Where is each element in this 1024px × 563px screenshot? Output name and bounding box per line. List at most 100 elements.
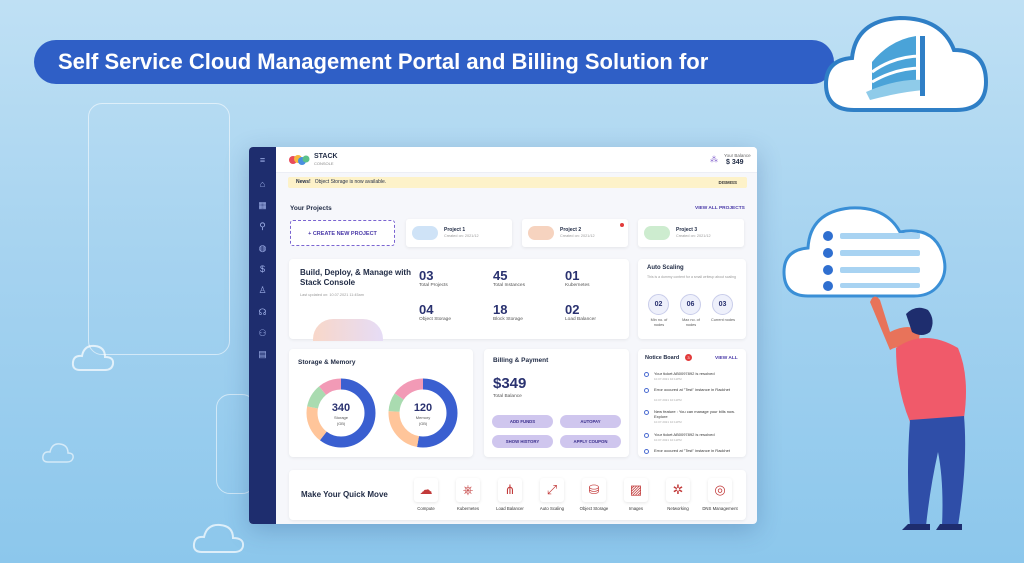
menu-icon[interactable]: ≡ bbox=[256, 155, 269, 166]
document-icon[interactable]: ▤ bbox=[256, 349, 269, 360]
project-name: Project 3 bbox=[676, 227, 698, 233]
storage-value: 340 bbox=[331, 402, 351, 414]
project-date: Created on: 2021/12 bbox=[676, 234, 711, 238]
min-nodes-label: Min no. of nodes bbox=[650, 318, 668, 327]
create-project-button[interactable]: + CREATE NEW PROJECT bbox=[290, 220, 395, 246]
networking-icon: ✲ bbox=[666, 478, 690, 502]
quick-dns-management[interactable]: ◎ DNS Management bbox=[701, 478, 739, 511]
storage-memory-title: Storage & Memory bbox=[298, 359, 356, 366]
page-banner: Self Service Cloud Management Portal and… bbox=[34, 40, 834, 84]
apps-grid-icon[interactable]: ⁂ bbox=[710, 155, 719, 164]
min-nodes-value: 02 bbox=[648, 294, 669, 315]
quick-compute[interactable]: ☁ Compute bbox=[407, 478, 445, 511]
project-date: Created on: 2021/12 bbox=[444, 234, 479, 238]
notice-board-card: Notice Board 3 VIEW ALL Your ticket AB00… bbox=[638, 349, 746, 457]
database-icon[interactable]: ◍ bbox=[256, 243, 269, 254]
storage-unit: (GB) bbox=[336, 421, 346, 426]
stack-console-logo-icon bbox=[289, 155, 310, 165]
top-bar: STACK CONSOLE ⁂ Your Balance $ 349 bbox=[276, 147, 757, 173]
dashboard-window: ≡ ⌂ ▦ ⚲ ◍ $ ♙ ☊ ⚇ ▤ STACK CONSOLE ⁂ Your … bbox=[249, 147, 757, 524]
quick-kubernetes[interactable]: ⎈ Kubernetes bbox=[449, 478, 487, 511]
memory-unit: (GB) bbox=[418, 421, 428, 426]
dismiss-button[interactable]: DISMISS bbox=[718, 177, 737, 188]
background-cloud-icon bbox=[192, 523, 245, 553]
brand-logo-icon bbox=[823, 15, 989, 112]
dollar-icon[interactable]: $ bbox=[256, 264, 269, 275]
notice-item[interactable]: Error occured at "Test" instance in Rack… bbox=[644, 448, 744, 457]
notice-board-title: Notice Board bbox=[645, 355, 680, 361]
project-card[interactable]: Project 1 Created on: 2021/12 bbox=[406, 219, 512, 247]
project-card[interactable]: Project 2 Created on: 2021/12 bbox=[522, 219, 628, 247]
add-funds-button[interactable]: ADD FUNDS bbox=[492, 415, 553, 428]
person-illustration bbox=[870, 296, 966, 530]
current-nodes-value: 03 bbox=[712, 294, 733, 315]
notice-badge: 3 bbox=[685, 354, 692, 361]
project-card[interactable]: Project 3 Created on: 2021/12 bbox=[638, 219, 744, 247]
stat-load-balancer: 02 Load Balancer bbox=[565, 302, 596, 323]
quick-images[interactable]: ▨ Images bbox=[617, 478, 655, 511]
background-cloud-icon bbox=[42, 443, 74, 463]
load-balancer-icon: ⋔ bbox=[498, 478, 522, 502]
balance-label: Your Balance bbox=[724, 153, 751, 158]
notice-dot-icon bbox=[644, 372, 649, 377]
notice-dot-icon bbox=[644, 449, 649, 454]
view-all-projects-link[interactable]: VIEW ALL PROJECTS bbox=[695, 206, 745, 211]
compute-icon: ☁ bbox=[414, 478, 438, 502]
network-icon[interactable]: ⚲ bbox=[256, 221, 269, 232]
quick-auto-scaling[interactable]: ⤢ Auto Scaling bbox=[533, 478, 571, 511]
stat-total-projects: 03 Total Projects bbox=[419, 268, 448, 289]
support-icon[interactable]: ☊ bbox=[256, 307, 269, 318]
notice-view-all-link[interactable]: VIEW ALL bbox=[715, 356, 738, 361]
background-frame bbox=[88, 103, 230, 355]
news-text: Object Storage is now available. bbox=[314, 179, 387, 185]
max-nodes-label: Max no. of nodes bbox=[682, 318, 700, 327]
kubernetes-icon: ⎈ bbox=[456, 478, 480, 502]
stat-total-instances: 45 Total Instances bbox=[493, 268, 525, 289]
show-history-button[interactable]: SHOW HISTORY bbox=[492, 435, 553, 448]
notice-dot-icon bbox=[644, 388, 649, 393]
notice-item[interactable]: Your ticket AB0097892 is resolved 10.07.2… bbox=[644, 371, 744, 387]
storage-memory-card: Storage & Memory 340 Storage (GB) 120 Me… bbox=[289, 349, 473, 457]
banner-title: Self Service Cloud Management Portal and… bbox=[58, 49, 709, 74]
autopay-button[interactable]: AUTOPAY bbox=[560, 415, 621, 428]
quick-load-balancer[interactable]: ⋔ Load Balancer bbox=[491, 478, 529, 511]
team-icon[interactable]: ⚇ bbox=[256, 328, 269, 339]
overview-title: Build, Deploy, & Manage with Stack Conso… bbox=[300, 268, 411, 287]
overview-subtitle: Last updated on: 10.07.2021 11:45am bbox=[300, 293, 364, 297]
list-cloud-illustration bbox=[782, 206, 947, 298]
images-icon: ▨ bbox=[624, 478, 648, 502]
news-banner: News! Object Storage is now available. DI… bbox=[288, 177, 747, 188]
auto-scaling-title: Auto Scaling bbox=[647, 265, 684, 271]
notice-item[interactable]: New feature : You can manage your bills … bbox=[644, 409, 744, 431]
stat-block-storage: 18 Block Storage bbox=[493, 302, 523, 323]
notice-item[interactable]: Your ticket AB0097892 is resolved 10.07.2… bbox=[644, 432, 744, 448]
cloud-illustration bbox=[313, 319, 383, 341]
stat-kubernetes: 01 Kubernetes bbox=[565, 268, 590, 289]
project-name: Project 2 bbox=[560, 227, 582, 233]
grid-icon[interactable]: ▦ bbox=[256, 200, 269, 211]
user-icon[interactable]: ♙ bbox=[256, 285, 269, 296]
projects-title: Your Projects bbox=[290, 205, 332, 212]
overview-card: Build, Deploy, & Manage with Stack Conso… bbox=[289, 259, 629, 341]
background-cloud-icon bbox=[71, 344, 115, 371]
memory-value: 120 bbox=[413, 402, 433, 414]
home-icon[interactable]: ⌂ bbox=[256, 179, 269, 190]
quick-networking[interactable]: ✲ Networking bbox=[659, 478, 697, 511]
cloud-icon bbox=[644, 226, 670, 240]
project-date: Created on: 2021/12 bbox=[560, 234, 595, 238]
auto-scaling-card: Auto Scaling This is a dummy content for… bbox=[638, 259, 746, 339]
dns-icon: ◎ bbox=[708, 478, 732, 502]
cloud-icon bbox=[412, 226, 438, 240]
auto-scaling-icon: ⤢ bbox=[540, 478, 564, 502]
news-tag: News! bbox=[296, 179, 311, 185]
billing-title: Billing & Payment bbox=[493, 357, 549, 364]
billing-caption: Total Balance bbox=[493, 394, 522, 399]
apply-coupon-button[interactable]: APPLY COUPON bbox=[560, 435, 621, 448]
object-storage-icon: ⛁ bbox=[582, 478, 606, 502]
billing-amount: $349 bbox=[493, 375, 527, 392]
notice-item[interactable]: Error occured at "Test" instance in Rack… bbox=[644, 387, 744, 409]
brand-name: STACK CONSOLE bbox=[314, 153, 338, 166]
auto-scaling-desc: This is a dummy content for a small writ… bbox=[647, 275, 736, 279]
quick-object-storage[interactable]: ⛁ Object Storage bbox=[575, 478, 613, 511]
max-nodes-value: 06 bbox=[680, 294, 701, 315]
